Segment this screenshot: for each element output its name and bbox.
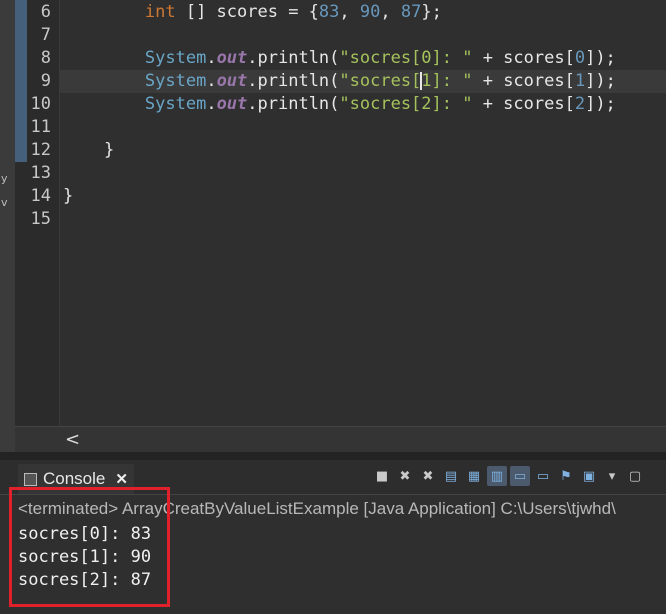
code-token: 0 xyxy=(574,48,586,68)
pin-console-icon[interactable]: ⚑ xyxy=(556,466,576,486)
code-token: 87 xyxy=(400,2,422,22)
code-token: , xyxy=(339,2,360,22)
code-token: [] scores = { xyxy=(175,2,319,22)
remove-all-icon[interactable]: ✖ xyxy=(418,466,438,486)
code-token: , xyxy=(380,2,401,22)
line-number: 6 xyxy=(40,2,51,22)
line-number: 14 xyxy=(30,186,51,206)
code-line: } xyxy=(63,185,666,208)
code-token: System xyxy=(144,71,207,91)
code-line: System.out.println("socres[0]: " + score… xyxy=(63,47,666,70)
code-token: int xyxy=(144,2,176,22)
output-line: socres[1]: 90 xyxy=(18,547,152,567)
terminate-icon[interactable]: ■ xyxy=(372,466,392,486)
code-token: }; xyxy=(421,2,442,22)
code-token: + scores[ xyxy=(472,48,575,68)
line-number: 8 xyxy=(40,48,51,68)
code-token: . xyxy=(206,94,217,114)
code-token: ]); xyxy=(585,94,616,114)
line-number: 12 xyxy=(30,140,51,160)
tab-console[interactable]: Console ✕ xyxy=(18,464,134,494)
code-token: + scores[ xyxy=(472,71,575,91)
code-token: out xyxy=(216,48,248,68)
left-panel-text-fragment: y xyxy=(1,172,8,185)
code-line: } xyxy=(63,139,666,162)
code-token: ]); xyxy=(585,48,616,68)
code-token: System xyxy=(144,48,207,68)
remove-launch-icon[interactable]: ✖ xyxy=(395,466,415,486)
line-number: 7 xyxy=(40,25,51,45)
scroll-lock-icon[interactable]: ▦ xyxy=(464,466,484,486)
code-token: out xyxy=(216,71,248,91)
left-panel-edge: y v xyxy=(0,0,15,452)
code-token: .println( xyxy=(247,71,340,91)
code-token: "socres[ xyxy=(339,71,422,91)
output-line: socres[0]: 83 xyxy=(18,524,152,544)
line-number: 11 xyxy=(30,117,51,137)
chevron-left-icon[interactable]: < xyxy=(65,429,80,450)
console-output[interactable]: <terminated> ArrayCreatByValueListExampl… xyxy=(0,495,666,614)
clear-console-icon[interactable]: ▤ xyxy=(441,466,461,486)
word-wrap-icon[interactable]: ▥ xyxy=(487,466,507,486)
code-token: ]); xyxy=(585,71,616,91)
code-token: "socres[0]: " xyxy=(339,48,473,68)
display-selected-console-icon[interactable]: ▣ xyxy=(579,466,599,486)
panel-divider xyxy=(0,452,666,460)
code-token: 1]: " xyxy=(421,71,473,91)
code-token: 1 xyxy=(574,71,586,91)
code-token: out xyxy=(216,94,248,114)
line-number: 13 xyxy=(30,163,51,183)
dropdown-icon[interactable]: ▾ xyxy=(602,466,622,486)
left-panel-text-fragment: v xyxy=(1,196,8,209)
console-tab-label: Console xyxy=(43,469,106,488)
code-token: System xyxy=(144,94,207,114)
show-on-stderr-icon[interactable]: ▭ xyxy=(533,466,553,486)
terminated-status: <terminated> ArrayCreatByValueListExampl… xyxy=(18,499,616,518)
show-on-stdout-icon[interactable]: ▭ xyxy=(510,466,530,486)
code-token: . xyxy=(206,71,217,91)
code-line: System.out.println("socres[1]: " + score… xyxy=(63,70,666,93)
code-editor[interactable]: 6 int [] scores = {83, 90, 87}; 7 8 System… xyxy=(15,0,666,426)
code-token: } xyxy=(63,186,74,206)
console-view-header: Console ✕ ■ ✖ ✖ ▤ ▦ ▥ ▭ ▭ ⚑ ▣ ▾ ▢ xyxy=(0,460,666,495)
code-line: int [] scores = {83, 90, 87}; xyxy=(63,1,666,24)
line-number: 15 xyxy=(30,209,51,229)
code-token: 2 xyxy=(574,94,586,114)
console-icon xyxy=(24,472,37,486)
code-token: . xyxy=(206,48,217,68)
console-toolbar: ■ ✖ ✖ ▤ ▦ ▥ ▭ ▭ ⚑ ▣ ▾ ▢ xyxy=(372,466,645,486)
close-icon[interactable]: ✕ xyxy=(115,470,128,488)
code-token: "socres[2]: " xyxy=(339,94,473,114)
code-token: 83 xyxy=(318,2,340,22)
editor-horizontal-scrollbar[interactable]: < xyxy=(15,426,666,453)
code-token: 90 xyxy=(359,2,381,22)
code-token: } xyxy=(63,140,115,160)
line-number: 10 xyxy=(30,94,51,114)
code-token: + scores[ xyxy=(472,94,575,114)
output-line: socres[2]: 87 xyxy=(18,570,152,590)
code-token: .println( xyxy=(247,94,340,114)
line-number: 9 xyxy=(40,71,51,91)
code-token: .println( xyxy=(247,48,340,68)
open-console-icon[interactable]: ▢ xyxy=(625,466,645,486)
code-line: System.out.println("socres[2]: " + score… xyxy=(63,93,666,116)
